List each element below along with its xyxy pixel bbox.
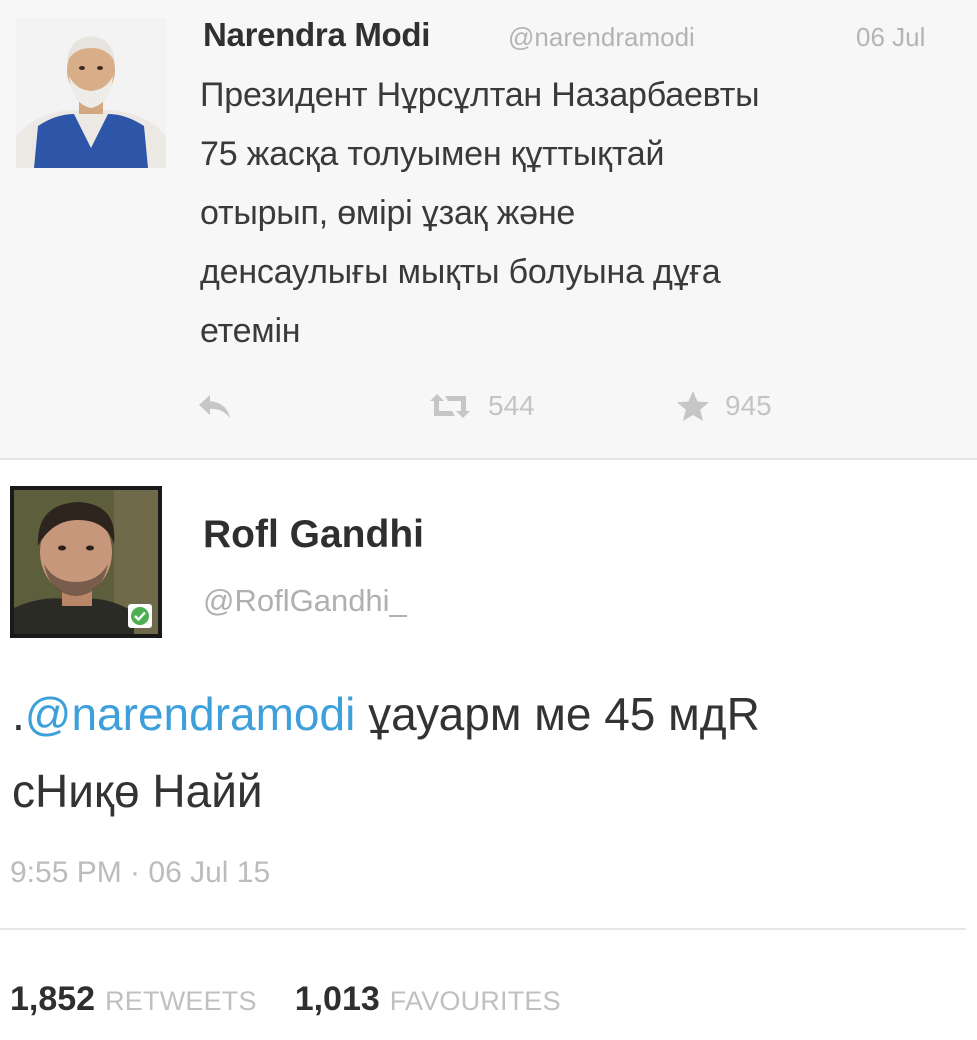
mention-link[interactable]: @narendramodi xyxy=(25,688,356,740)
favorite-button[interactable]: 945 xyxy=(675,388,772,424)
tweet-text-line: 75 жасқа толуымен құттықтай xyxy=(200,135,665,173)
stats-divider xyxy=(0,928,966,930)
tweet-text-line: отырып, өмірі ұзақ және xyxy=(200,194,576,232)
reply-icon xyxy=(199,395,230,418)
star-icon xyxy=(677,391,709,421)
favourites-label[interactable]: FAVOURITES xyxy=(390,986,561,1017)
reply-button[interactable] xyxy=(196,388,234,424)
profile-photo-icon xyxy=(16,18,166,168)
tweet-text-line: Президент Нұрсұлтан Назарбаевты xyxy=(200,76,760,114)
retweet-button[interactable]: 544 xyxy=(426,388,535,424)
verified-badge-icon xyxy=(128,604,152,628)
tweet-date[interactable]: 06 Jul xyxy=(856,22,925,53)
tweet-timestamp[interactable]: 9:55 PM · 06 Jul 15 xyxy=(10,856,270,890)
tweet-text: Президент Нұрсұлтан Назарбаевты 75 жасқа… xyxy=(200,66,970,361)
tweet-text-rest: ұауарм ме 45 мдR xyxy=(355,688,760,740)
tweet-narendra-modi[interactable]: Narendra Modi @narendramodi 06 Jul Прези… xyxy=(0,0,977,458)
tweet-text-line: етемін xyxy=(200,312,301,350)
author-handle[interactable]: @RoflGandhi_ xyxy=(203,583,407,619)
tweet-text: .@narendramodi ұауарм ме 45 мдR сНиқө На… xyxy=(12,676,962,830)
tweet-divider xyxy=(0,458,977,460)
tweet-text-line: .@narendramodi ұауарм ме 45 мдR xyxy=(12,676,962,753)
tweet-text-line: денсаулығы мықты болуына дұға xyxy=(200,253,721,291)
avatar-narendra-modi[interactable] xyxy=(16,18,166,168)
retweets-count[interactable]: 1,852 xyxy=(10,980,95,1019)
tweet-text-prefix: . xyxy=(12,688,25,740)
favourites-count[interactable]: 1,013 xyxy=(295,980,380,1019)
retweet-count: 544 xyxy=(488,390,535,421)
author-name[interactable]: Rofl Gandhi xyxy=(203,513,424,557)
author-name[interactable]: Narendra Modi xyxy=(203,16,430,54)
tweet-stats: 1,852 RETWEETS 1,013 FAVOURITES xyxy=(10,980,599,1019)
tweet-text-line: сНиқө Найй xyxy=(12,765,263,817)
retweets-label[interactable]: RETWEETS xyxy=(105,986,257,1017)
avatar-rofl-gandhi[interactable] xyxy=(10,486,162,638)
author-handle[interactable]: @narendramodi xyxy=(508,22,695,53)
retweet-icon xyxy=(430,394,470,418)
favorite-count: 945 xyxy=(725,390,772,421)
